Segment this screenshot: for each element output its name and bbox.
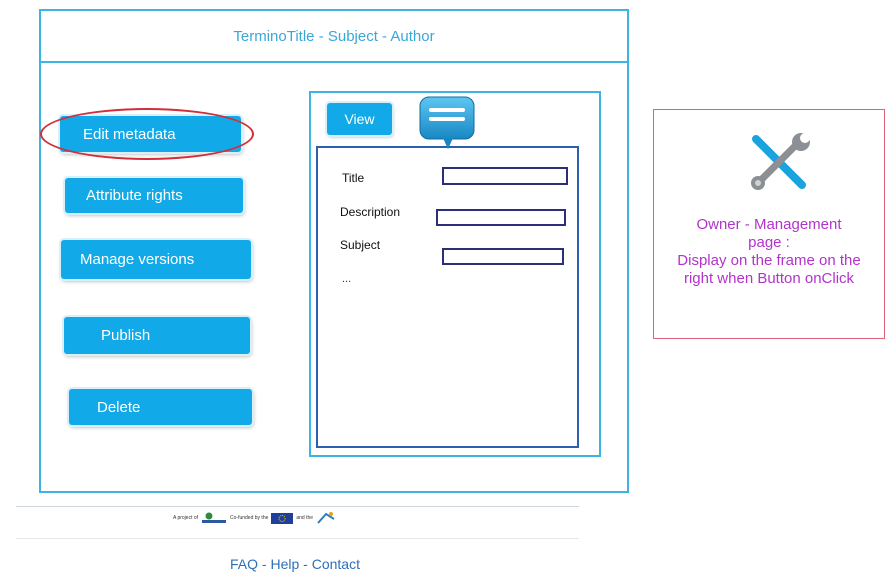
eu-flag-icon (271, 512, 294, 524)
description-field[interactable] (436, 209, 566, 226)
annotation-line: Display on the frame on the (677, 252, 861, 269)
publish-button[interactable]: Publish (64, 317, 250, 354)
annotation-line: Owner - Management (696, 216, 842, 233)
annotation-line: page : (748, 234, 790, 251)
cofunded-text: Co-funded by the (230, 515, 269, 521)
project-text: A project of (173, 515, 199, 521)
attribute-rights-button[interactable]: Attribute rights (65, 178, 243, 213)
footer-divider (16, 538, 579, 539)
field-label-subject: Subject (340, 238, 381, 252)
field-label-description: Description (340, 205, 401, 219)
metadata-panel (316, 146, 579, 448)
footer-divider (16, 506, 579, 507)
manage-versions-button[interactable]: Manage versions (61, 240, 251, 279)
tools-icon (751, 133, 810, 190)
more-fields-ellipsis: ... (342, 273, 352, 285)
and-text: and the (296, 515, 314, 521)
subject-field[interactable] (442, 248, 564, 265)
annotation-line: right when Button onClick (683, 270, 855, 287)
chat-bubble-icon (419, 96, 475, 149)
view-button[interactable]: View (327, 103, 392, 135)
partner-logo-icon (317, 512, 335, 524)
project-logo-icon (202, 512, 227, 523)
page-title: TerminoTitle - Subject - Author (233, 27, 435, 45)
highlight-ellipse (40, 108, 254, 160)
footer-logos: A project of Co-funded by the and the (173, 510, 433, 526)
delete-button[interactable]: Delete (69, 389, 252, 425)
annotation-text: Owner - Management page : Display on the… (653, 216, 885, 288)
field-label-title: Title (342, 171, 365, 185)
footer-links[interactable]: FAQ - Help - Contact (190, 556, 400, 572)
title-field[interactable] (442, 167, 568, 185)
